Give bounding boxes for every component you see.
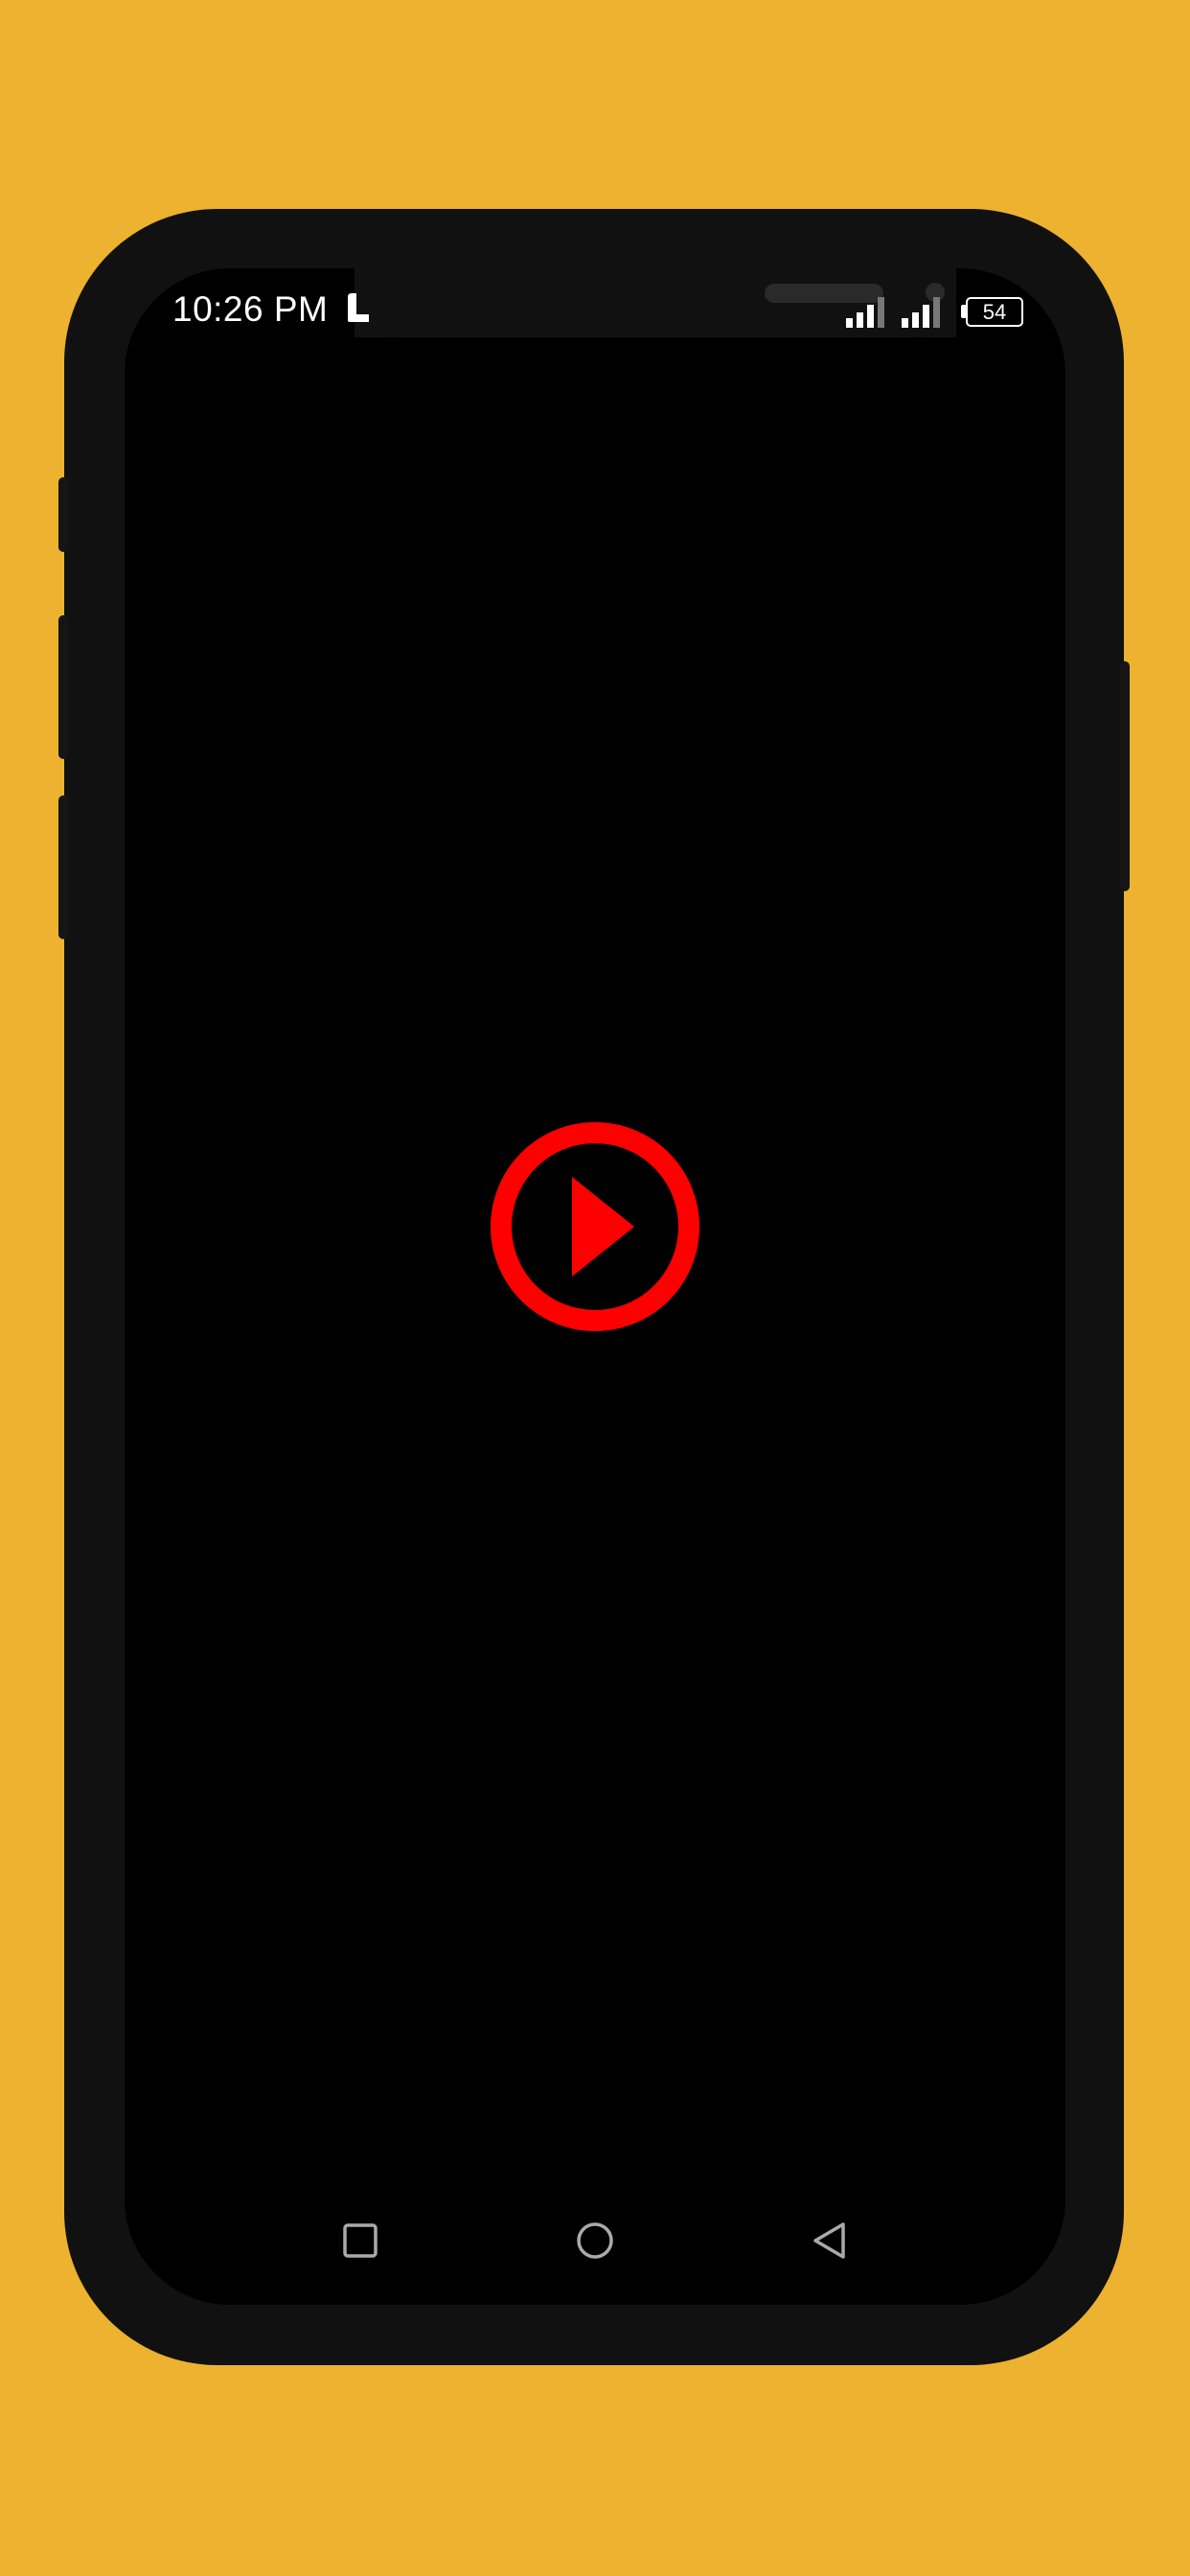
play-circle-icon[interactable] bbox=[489, 1120, 701, 1333]
recents-square-icon[interactable] bbox=[341, 2221, 379, 2260]
side-button bbox=[1120, 661, 1130, 891]
home-circle-icon[interactable] bbox=[576, 2221, 614, 2260]
side-button bbox=[58, 795, 68, 939]
status-time: 10:26 PM bbox=[172, 289, 329, 329]
side-button bbox=[58, 615, 68, 759]
back-triangle-icon[interactable] bbox=[811, 2221, 849, 2260]
signal-icon bbox=[846, 297, 884, 328]
notification-icon bbox=[348, 293, 369, 322]
side-button bbox=[58, 477, 68, 552]
status-icons: 54 bbox=[844, 295, 1023, 328]
battery-level: 54 bbox=[966, 296, 1023, 327]
phone-screen: 10:26 PM 54 bbox=[125, 268, 1065, 2305]
battery-icon: 54 bbox=[961, 296, 1023, 327]
signal-icon bbox=[902, 297, 940, 328]
